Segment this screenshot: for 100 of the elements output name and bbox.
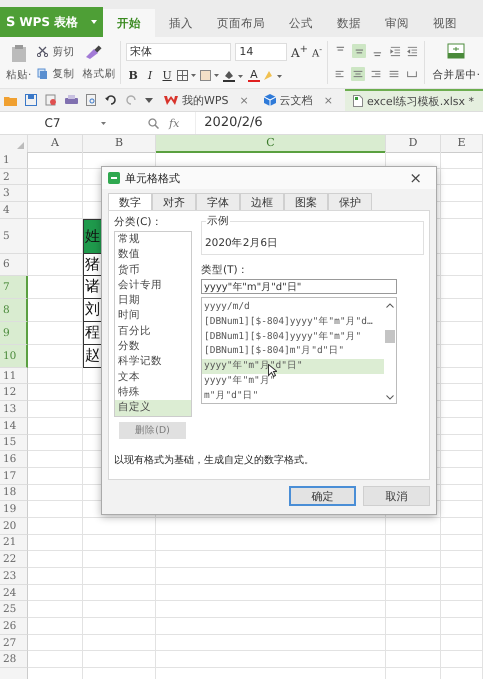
column-header[interactable]: B bbox=[83, 135, 156, 153]
document-icon[interactable] bbox=[45, 94, 57, 106]
row-header[interactable]: 13 bbox=[0, 401, 28, 418]
fill-color-icon[interactable] bbox=[223, 70, 246, 82]
brush-icon[interactable] bbox=[84, 44, 102, 58]
row-header[interactable]: 27 bbox=[0, 634, 28, 652]
underline-button[interactable]: U bbox=[160, 69, 174, 82]
undo-icon[interactable] bbox=[105, 95, 117, 105]
column-header[interactable]: E bbox=[441, 135, 483, 153]
row-header[interactable]: 11 bbox=[0, 368, 28, 384]
clear-format-icon[interactable] bbox=[262, 70, 283, 82]
dialog-tab[interactable]: 对齐 bbox=[152, 193, 196, 210]
copy-icon[interactable] bbox=[37, 68, 48, 80]
dialog-tab[interactable]: 数字 bbox=[108, 193, 152, 210]
copy-button[interactable]: 复制 bbox=[52, 66, 74, 80]
category-item[interactable]: 自定义 bbox=[115, 400, 191, 416]
type-item[interactable]: [DBNum1][$-804]yyyy"年"m"月" bbox=[202, 330, 384, 344]
type-item[interactable]: [DBNum1][$-804]m"月"d"日" bbox=[202, 344, 384, 360]
close-button[interactable]: × bbox=[409, 169, 422, 187]
print-icon[interactable] bbox=[65, 94, 78, 106]
font-size-dropdown[interactable]: 14 bbox=[235, 43, 287, 61]
row-header[interactable]: 23 bbox=[0, 568, 28, 585]
row-header[interactable]: 14 bbox=[0, 418, 28, 434]
name-box[interactable]: C7 bbox=[0, 116, 95, 130]
clipboard-icon[interactable] bbox=[10, 44, 27, 62]
row-header[interactable]: 1 bbox=[0, 152, 28, 169]
ribbon-tab[interactable]: 开始 bbox=[103, 9, 155, 37]
column-header[interactable]: D bbox=[386, 135, 441, 153]
format-painter-button[interactable]: 格式刷 bbox=[82, 66, 116, 80]
preview-icon[interactable] bbox=[86, 94, 97, 106]
font-color-button[interactable]: A bbox=[248, 69, 260, 82]
ribbon-tab[interactable]: 公式 bbox=[279, 9, 323, 37]
scroll-down-icon[interactable] bbox=[386, 395, 394, 400]
cancel-button[interactable]: 取消 bbox=[363, 486, 430, 506]
merge-center-button[interactable]: 合并居中· bbox=[432, 68, 480, 82]
row-header[interactable]: 5 bbox=[0, 218, 28, 254]
scroll-up-icon[interactable] bbox=[386, 303, 394, 308]
w-logo-icon bbox=[164, 94, 178, 106]
document-tab[interactable]: 云文档 bbox=[260, 89, 316, 111]
dialog-tab[interactable]: 图案 bbox=[284, 193, 328, 210]
row-header[interactable]: 19 bbox=[0, 501, 28, 518]
column-header[interactable]: A bbox=[28, 135, 83, 153]
type-item[interactable]: yyyy"年"m"月"d"日" bbox=[202, 359, 384, 374]
scissors-icon[interactable] bbox=[37, 46, 48, 57]
function-button[interactable]: fx bbox=[169, 116, 180, 130]
row-header[interactable]: 25 bbox=[0, 601, 28, 618]
ribbon-tab[interactable]: 数据 bbox=[327, 9, 371, 37]
document-tab[interactable]: 我的WPS bbox=[161, 89, 232, 111]
row-header[interactable]: 4 bbox=[0, 202, 28, 219]
category-item[interactable]: 特殊 bbox=[115, 384, 191, 400]
row-header[interactable]: 24 bbox=[0, 584, 28, 602]
cut-button[interactable]: 剪切 bbox=[52, 44, 74, 58]
scroll-thumb[interactable] bbox=[385, 330, 395, 343]
row-header[interactable]: 15 bbox=[0, 434, 28, 452]
table-cell bbox=[28, 344, 83, 368]
ribbon-tab[interactable]: 视图 bbox=[423, 9, 467, 37]
caret-icon[interactable] bbox=[101, 122, 106, 124]
vertical-align-icon[interactable] bbox=[352, 44, 366, 58]
row-header[interactable]: 17 bbox=[0, 468, 28, 485]
row-header[interactable]: 2 bbox=[0, 168, 28, 186]
table-cell bbox=[441, 401, 483, 418]
row-header[interactable]: 3 bbox=[0, 185, 28, 202]
save-icon[interactable] bbox=[25, 94, 37, 106]
dialog-tab[interactable]: 保护 bbox=[328, 193, 372, 210]
category-item[interactable]: 文本 bbox=[115, 370, 191, 385]
horizontal-align-icon[interactable] bbox=[350, 67, 365, 82]
type-item[interactable]: [DBNum1][$-804]yyyy"年"m"月"d… bbox=[202, 314, 384, 330]
row-header[interactable]: 28 bbox=[0, 651, 28, 668]
search-icon[interactable] bbox=[148, 118, 159, 128]
row-header[interactable]: 21 bbox=[0, 534, 28, 552]
shrink-font-button[interactable]: A$^{-}$ bbox=[312, 44, 322, 60]
ok-button[interactable]: 确定 bbox=[289, 486, 356, 506]
ribbon-tab[interactable]: 页面布局 bbox=[207, 9, 275, 37]
ribbon-tab[interactable]: 插入 bbox=[159, 9, 203, 37]
borders-icon[interactable] bbox=[177, 70, 198, 81]
caret-icon[interactable] bbox=[145, 98, 153, 102]
row-header[interactable]: 22 bbox=[0, 551, 28, 568]
type-item[interactable]: m"月"d"日" bbox=[202, 388, 384, 404]
dialog-tab[interactable]: 边框 bbox=[240, 193, 284, 210]
close-tab-button[interactable]: × bbox=[240, 94, 249, 106]
row-header[interactable]: 26 bbox=[0, 618, 28, 635]
close-tab-button[interactable]: × bbox=[324, 94, 333, 106]
grow-font-button[interactable]: A$^{+}$ bbox=[290, 44, 308, 60]
row-header[interactable]: 16 bbox=[0, 451, 28, 468]
dialog-tab[interactable]: 字体 bbox=[196, 193, 240, 210]
document-tab[interactable]: excel练习模板.xlsx * bbox=[344, 89, 483, 111]
type-item[interactable]: yyyy/m/d bbox=[202, 300, 384, 315]
ribbon-tab[interactable]: 审阅 bbox=[375, 9, 419, 37]
paste-button[interactable]: 粘贴· bbox=[6, 68, 32, 82]
italic-button[interactable]: I bbox=[143, 69, 158, 82]
row-header[interactable]: 6 bbox=[0, 254, 28, 276]
cell-fill-icon[interactable] bbox=[200, 70, 220, 81]
row-header[interactable]: 20 bbox=[0, 518, 28, 535]
merge-cells-icon[interactable] bbox=[447, 43, 466, 60]
bold-button[interactable]: B bbox=[126, 69, 140, 82]
font-name-dropdown[interactable]: 宋体 bbox=[126, 43, 232, 61]
column-header[interactable]: C bbox=[156, 135, 386, 153]
type-field[interactable]: yyyy"年"m"月"d"日" bbox=[201, 279, 397, 294]
row-header[interactable]: 12 bbox=[0, 384, 28, 402]
row-header[interactable]: 18 bbox=[0, 484, 28, 502]
